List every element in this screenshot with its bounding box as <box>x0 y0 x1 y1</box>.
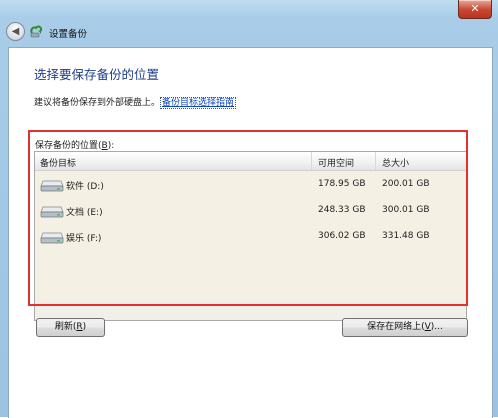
total-size: 200.01 GB <box>382 179 430 189</box>
hard-drive-icon <box>40 206 64 218</box>
column-separator[interactable] <box>375 152 376 170</box>
advice-line: 建议将备份保存到外部硬盘上。 备份目标选择指南 <box>34 95 237 109</box>
table-row[interactable]: 文档 (E:) 248.33 GB 300.01 GB <box>35 200 466 222</box>
drive-name: 软件 (D:) <box>66 182 104 192</box>
table-row[interactable]: 软件 (D:) 178.95 GB 200.01 GB <box>35 174 466 196</box>
free-space: 306.02 GB <box>318 231 366 241</box>
hard-drive-icon <box>40 180 64 192</box>
backup-target-list[interactable]: 备份目标 可用空间 总大小 软件 (D:) 178.95 GB 200.01 G… <box>34 151 467 301</box>
column-header-total[interactable]: 总大小 <box>382 156 409 169</box>
title-bar: ✕ ◀ 设置备份 <box>0 0 498 47</box>
page-heading: 选择要保存备份的位置 <box>34 67 160 82</box>
backup-guide-link[interactable]: 备份目标选择指南 <box>160 97 237 109</box>
column-header-free[interactable]: 可用空间 <box>318 156 354 169</box>
network-label: 保存在网络上( <box>367 322 425 332</box>
back-button[interactable]: ◀ <box>6 22 25 41</box>
free-space: 248.33 GB <box>318 205 366 215</box>
group-label-prefix: 保存备份的位置( <box>35 141 102 151</box>
hard-drive-icon <box>40 232 64 244</box>
save-on-network-button[interactable]: 保存在网络上(V)... <box>342 318 468 337</box>
location-group-label: 保存备份的位置(B): <box>35 138 114 151</box>
drive-name: 文档 (E:) <box>66 208 103 218</box>
content-pane: 选择要保存备份的位置 建议将备份保存到外部硬盘上。 备份目标选择指南 保存备份的位… <box>8 47 493 418</box>
drive-name: 娱乐 (F:) <box>66 234 102 244</box>
refresh-button[interactable]: 刷新(R) <box>36 318 105 337</box>
column-separator[interactable] <box>311 152 312 170</box>
back-arrow-icon: ◀ <box>11 26 20 37</box>
backup-icon <box>30 25 43 38</box>
table-row[interactable]: 娱乐 (F:) 306.02 GB 331.48 GB <box>35 226 466 248</box>
total-size: 331.48 GB <box>382 231 430 241</box>
refresh-label-end: ) <box>82 322 87 332</box>
list-header: 备份目标 可用空间 总大小 <box>35 152 466 171</box>
backup-window: ✕ ◀ 设置备份 选择要保存备份的位置 建议将备份保存到外部硬盘上。 备份目标选择… <box>0 0 498 418</box>
free-space: 178.95 GB <box>318 179 366 189</box>
window-title: 设置备份 <box>49 29 88 40</box>
network-label-end: )... <box>430 322 443 332</box>
total-size: 300.01 GB <box>382 205 430 215</box>
column-header-target[interactable]: 备份目标 <box>40 156 76 169</box>
refresh-label: 刷新( <box>54 322 77 332</box>
advice-text: 建议将备份保存到外部硬盘上。 <box>34 98 161 108</box>
close-button[interactable]: ✕ <box>458 0 492 19</box>
group-label-suffix: ): <box>107 141 115 151</box>
